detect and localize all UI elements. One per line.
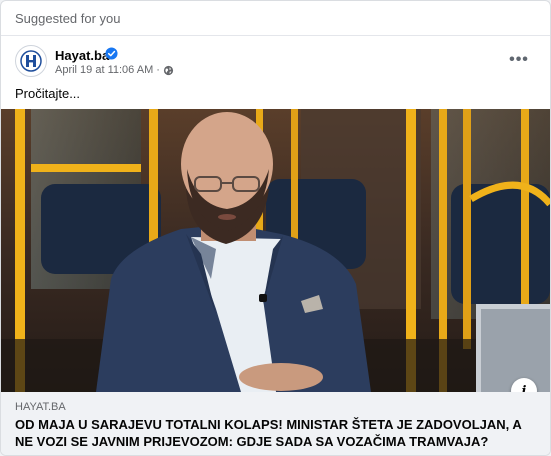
globe-icon [163,65,174,75]
suggested-label: Suggested for you [15,11,121,26]
page-avatar[interactable] [15,45,47,77]
article-photo [1,109,550,392]
header-divider [1,35,550,36]
post-text: Pročitajte... [15,86,81,101]
hayat-logo-icon [20,50,42,72]
link-preview[interactable]: HAYAT.BA OD MAJA U SARAJEVU TOTALNI KOLA… [1,392,550,455]
more-options-button[interactable]: ••• [505,49,533,71]
post-card: Suggested for you Hayat.ba April 19 at 1… [0,0,551,456]
article-image[interactable] [1,109,550,392]
post-meta: April 19 at 11:06 AM · [55,64,174,76]
link-domain: HAYAT.BA [15,401,66,413]
link-title[interactable]: OD MAJA U SARAJEVU TOTALNI KOLAPS! MINIS… [15,416,535,450]
post-timestamp[interactable]: April 19 at 11:06 AM [55,64,153,76]
page-name-link[interactable]: Hayat.ba [55,48,109,63]
verified-badge-icon [105,47,118,60]
meta-separator: · [156,64,160,76]
